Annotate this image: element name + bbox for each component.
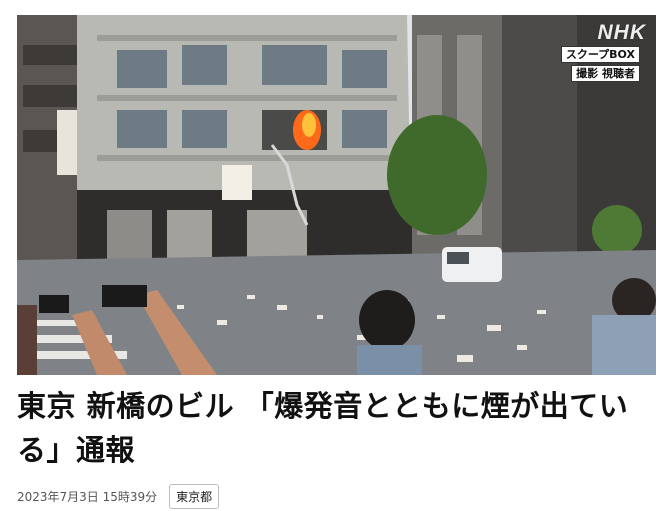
news-card[interactable]: NHK スクープBOX 撮影 視聴者 東京 新橋のビル 「爆発音とともに煙が出て…: [0, 0, 667, 511]
nhk-logo: NHK: [597, 21, 646, 44]
photo-caption-box: スクープBOX 撮影 視聴者: [560, 46, 640, 82]
article-meta: 2023年7月3日 15時39分 東京都: [17, 484, 220, 509]
publish-timestamp: 2023年7月3日 15時39分: [17, 490, 158, 504]
news-photo[interactable]: NHK スクープBOX 撮影 視聴者: [17, 15, 656, 375]
caption-viewer-credit: 撮影 視聴者: [571, 65, 640, 82]
region-tag-link[interactable]: 東京都: [169, 484, 220, 509]
caption-scoop-box: スクープBOX: [560, 46, 640, 63]
article-headline[interactable]: 東京 新橋のビル 「爆発音とともに煙が出ている」通報: [17, 384, 647, 472]
